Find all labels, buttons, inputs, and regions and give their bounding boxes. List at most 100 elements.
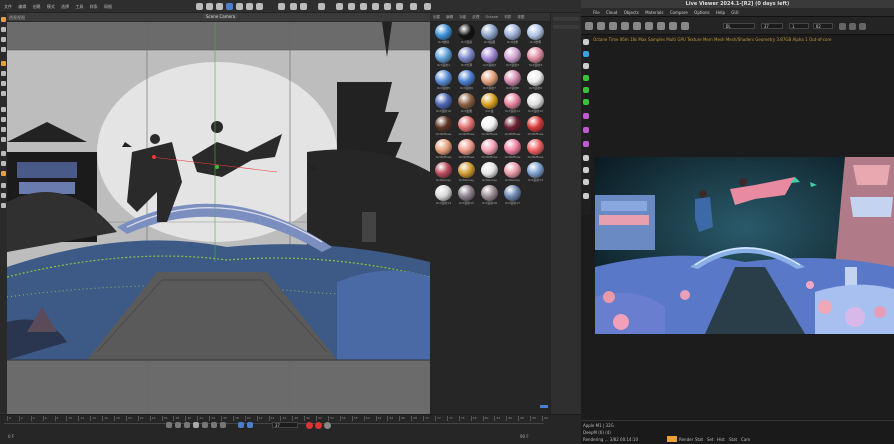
status-btn-stat[interactable]: Stat: [695, 437, 703, 442]
camera-dropdown[interactable]: Scene Camera: [203, 14, 239, 19]
lv-menu-cloud[interactable]: Cloud: [606, 10, 617, 15]
material-swatch[interactable]: OctGlossy: [432, 161, 455, 183]
zoom-slider[interactable]: [540, 405, 548, 408]
pen-icon[interactable]: [583, 193, 589, 199]
lv-menu-materials[interactable]: Materials: [645, 10, 663, 15]
material-swatch[interactable]: Oct漫射1: [432, 46, 455, 68]
mat-menu-create[interactable]: 创建: [433, 15, 440, 20]
material-swatch[interactable]: Oct漫射14: [432, 184, 455, 206]
material-swatch[interactable]: Oct透明: [524, 23, 547, 45]
lock-icon[interactable]: [633, 22, 641, 30]
rotate-tool-icon[interactable]: [1, 37, 6, 42]
camera-icon[interactable]: [410, 3, 417, 10]
material-pick-icon[interactable]: [583, 75, 589, 81]
cursor-icon[interactable]: [583, 39, 589, 45]
mode-icon[interactable]: [1, 17, 6, 22]
menu-mode[interactable]: 模式: [47, 4, 55, 10]
menu-file[interactable]: 文件: [4, 4, 12, 10]
film-region-icon[interactable]: [583, 141, 589, 147]
material-swatch[interactable]: OctGlossy: [501, 161, 524, 183]
frame-field[interactable]: [789, 23, 809, 29]
material-swatch[interactable]: Oct漫射7: [478, 69, 501, 91]
material-swatch[interactable]: Oct漫射4: [524, 46, 547, 68]
key-sel-icon[interactable]: [324, 422, 331, 429]
white-balance-icon[interactable]: [583, 99, 589, 105]
menu-tools[interactable]: 工具: [75, 4, 83, 10]
focus-icon[interactable]: [657, 22, 665, 30]
focus-pick-icon[interactable]: [583, 113, 589, 119]
model-mode-icon[interactable]: [1, 61, 6, 66]
scale-icon[interactable]: [226, 3, 233, 10]
material-swatch[interactable]: OctDiffuse: [432, 138, 455, 160]
magnet-icon[interactable]: [1, 127, 6, 132]
render-settings-icon[interactable]: [300, 3, 307, 10]
mat-menu-octane[interactable]: Octane: [486, 15, 499, 19]
cube-icon[interactable]: [318, 3, 325, 10]
material-swatch[interactable]: Oct玻璃: [432, 23, 455, 45]
mat-menu-texture[interactable]: 纹理: [472, 15, 479, 20]
select-icon[interactable]: [236, 3, 243, 10]
material-swatch[interactable]: Oct漫射3: [501, 46, 524, 68]
material-swatch[interactable]: Oct漫射9: [524, 69, 547, 91]
menu-spline[interactable]: 样条: [90, 4, 98, 10]
text-icon[interactable]: [583, 63, 589, 69]
array-icon[interactable]: [360, 3, 367, 10]
auto-key-icon[interactable]: [315, 422, 322, 429]
material-swatch[interactable]: Oct漫射16: [478, 184, 501, 206]
material-swatch[interactable]: Oct材质: [501, 23, 524, 45]
render-mode-select[interactable]: [723, 23, 755, 29]
paint-icon[interactable]: [1, 183, 6, 188]
status-btn-hist[interactable]: Hist: [717, 437, 725, 442]
restart-icon[interactable]: [597, 22, 605, 30]
material-swatch[interactable]: Oct漫射5: [432, 69, 455, 91]
hdr-icon[interactable]: [583, 179, 589, 185]
material-swatch[interactable]: Oct光泽: [455, 46, 478, 68]
clay-icon[interactable]: [669, 22, 677, 30]
material-swatch[interactable]: OctDiffuse: [501, 115, 524, 137]
prev-frame-icon[interactable]: [184, 422, 190, 428]
lv-menu-objects[interactable]: Objects: [624, 10, 639, 15]
material-swatch[interactable]: OctDiffuse: [478, 115, 501, 137]
move-icon[interactable]: [206, 3, 213, 10]
send-scene-icon[interactable]: [585, 22, 593, 30]
nurbs-icon[interactable]: [348, 3, 355, 10]
3d-viewport[interactable]: [7, 22, 430, 414]
save-icon[interactable]: [839, 23, 846, 30]
next-key-icon[interactable]: [211, 422, 217, 428]
material-swatch[interactable]: Oct漫射12: [524, 92, 547, 114]
lv-menu-options[interactable]: Options: [694, 10, 709, 15]
status-btn-cam[interactable]: Cam: [741, 437, 750, 442]
material-swatch[interactable]: Oct金: [478, 92, 501, 114]
material-swatch[interactable]: Oct漫射11: [501, 92, 524, 114]
preview-icon[interactable]: [583, 167, 589, 173]
camera-move-icon[interactable]: [583, 51, 589, 57]
status-btn-set[interactable]: Set: [707, 437, 714, 442]
object-pick-icon[interactable]: [583, 87, 589, 93]
brush-icon[interactable]: [1, 107, 6, 112]
render-output[interactable]: [595, 157, 894, 334]
rotate-icon[interactable]: [216, 3, 223, 10]
fps-field[interactable]: [761, 23, 783, 29]
edges-mode-icon[interactable]: [1, 81, 6, 86]
refresh-icon[interactable]: [583, 155, 589, 161]
material-swatch[interactable]: OctDiffuse: [455, 138, 478, 160]
last-frame-icon[interactable]: [220, 422, 226, 428]
material-swatch[interactable]: OctDiffuse: [478, 138, 501, 160]
lock-icon[interactable]: [1, 151, 6, 156]
grid-icon[interactable]: [1, 161, 6, 166]
points-mode-icon[interactable]: [1, 71, 6, 76]
menu-create[interactable]: 创建: [33, 4, 41, 10]
sculpt-icon[interactable]: [1, 193, 6, 198]
lv-menu-compare[interactable]: Compare: [670, 10, 688, 15]
light-icon[interactable]: [424, 3, 431, 10]
record-icon[interactable]: [306, 422, 313, 429]
knife-icon[interactable]: [1, 117, 6, 122]
material-swatch[interactable]: OctDiffuse: [524, 115, 547, 137]
current-frame-field[interactable]: [272, 422, 298, 428]
render-icon[interactable]: [290, 3, 297, 10]
material-swatch[interactable]: Oct漫射8: [501, 69, 524, 91]
material-swatch[interactable]: OctGlossy: [478, 161, 501, 183]
zoom-icon[interactable]: [859, 23, 866, 30]
material-swatch[interactable]: Oct贴图: [478, 23, 501, 45]
prev-key-icon[interactable]: [175, 422, 181, 428]
